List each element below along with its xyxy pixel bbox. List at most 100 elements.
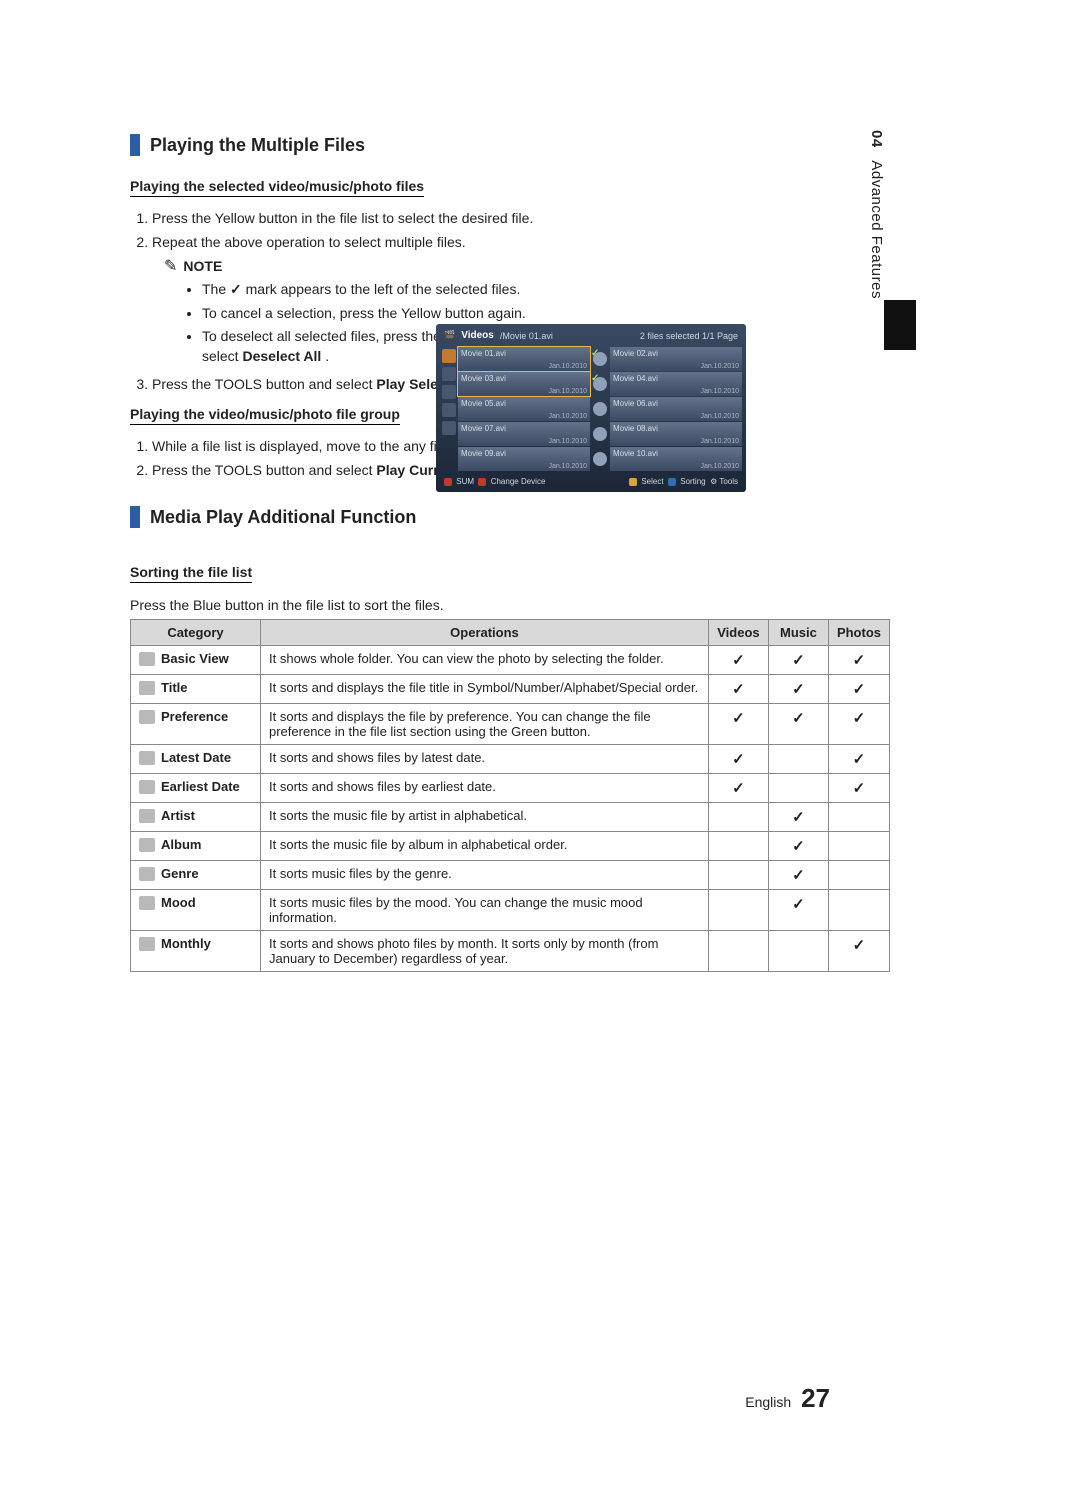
check-icon: ✓: [732, 709, 745, 727]
category-icon: [139, 896, 155, 910]
category-icon: [139, 838, 155, 852]
tv-status: 2 files selected 1/1 Page: [640, 331, 738, 341]
tv-foot-select: Select: [641, 477, 663, 486]
check-cell: ✓: [768, 890, 828, 931]
category-name: Preference: [161, 709, 228, 724]
subheading-1: Playing the selected video/music/photo f…: [130, 178, 424, 197]
file-name: Movie 07.avi: [461, 424, 506, 433]
check-icon: ✓: [853, 651, 866, 669]
file-date: Jan.10.2010: [548, 413, 587, 420]
category-icon: [139, 937, 155, 951]
table-row: MonthlyIt sorts and shows photo files by…: [131, 931, 890, 972]
check-icon: ✓: [853, 709, 866, 727]
check-icon: ✓: [792, 680, 805, 698]
category-name: Basic View: [161, 651, 229, 666]
category-icon: [139, 867, 155, 881]
check-cell: ✓: [828, 646, 889, 675]
operation-cell: It sorts the music file by artist in alp…: [261, 803, 709, 832]
section-heading-2: Media Play Additional Function: [130, 506, 970, 528]
check-cell: ✓: [828, 675, 889, 704]
check-cell: ✓: [828, 931, 889, 972]
tv-file-thumb[interactable]: Movie 06.aviJan.10.2010: [610, 397, 742, 421]
check-cell: ✓: [708, 745, 768, 774]
step-1-1: Press the Yellow button in the file list…: [152, 209, 570, 229]
category-icon: [139, 681, 155, 695]
table-row: Basic ViewIt shows whole folder. You can…: [131, 646, 890, 675]
tv-file-thumb[interactable]: Movie 01.aviJan.10.2010: [458, 347, 590, 371]
check-cell: [768, 745, 828, 774]
note-item-2: To cancel a selection, press the Yellow …: [202, 304, 570, 324]
check-icon: ✓: [853, 750, 866, 768]
file-name: Movie 05.avi: [461, 399, 506, 408]
sort-table: Category Operations Videos Music Photos …: [130, 619, 890, 972]
category-name: Title: [161, 680, 188, 695]
check-cell: ✓: [708, 675, 768, 704]
file-name: Movie 08.avi: [613, 424, 658, 433]
tv-screenshot: 🎬 Videos /Movie 01.avi 2 files selected …: [436, 324, 746, 492]
file-date: Jan.10.2010: [548, 438, 587, 445]
tv-file-thumb[interactable]: Movie 09.aviJan.10.2010: [458, 447, 590, 471]
operation-cell: It sorts and shows files by earliest dat…: [261, 774, 709, 803]
check-cell: [828, 890, 889, 931]
check-cell: ✓: [768, 803, 828, 832]
tv-file-thumb[interactable]: Movie 02.aviJan.10.2010: [610, 347, 742, 371]
check-icon: ✓: [732, 651, 745, 669]
table-row: GenreIt sorts music files by the genre.✓: [131, 861, 890, 890]
check-icon: ✓: [792, 709, 805, 727]
category-name: Monthly: [161, 936, 211, 951]
tv-sidebar: [440, 347, 458, 471]
tv-file-thumb[interactable]: Movie 07.avi Jan.10.2010: [458, 422, 590, 446]
red-dot-icon: [478, 478, 486, 486]
table-row: ArtistIt sorts the music file by artist …: [131, 803, 890, 832]
tv-file-thumb[interactable]: Movie 08.aviJan.10.2010: [610, 422, 742, 446]
file-date: Jan.10.2010: [548, 363, 587, 370]
category-icon: [139, 710, 155, 724]
file-date: Jan.10.2010: [700, 388, 739, 395]
th-operations: Operations: [261, 620, 709, 646]
note-item-1: The ✓ mark appears to the left of the se…: [202, 280, 570, 300]
category-icon: [139, 809, 155, 823]
file-name: Movie 03.avi: [461, 374, 506, 383]
tv-side-icon: [442, 349, 456, 363]
tv-side-icon: [442, 403, 456, 417]
table-row: MoodIt sorts music files by the mood. Yo…: [131, 890, 890, 931]
tv-file-thumb[interactable]: Movie 03.avi Jan.10.2010: [458, 372, 590, 396]
operation-cell: It sorts music files by the genre.: [261, 861, 709, 890]
check-cell: ✓: [708, 704, 768, 745]
tv-file-thumb[interactable]: Movie 04.aviJan.10.2010: [610, 372, 742, 396]
tv-film-icon: 🎬: [444, 330, 455, 341]
check-cell: [828, 861, 889, 890]
tv-file-grid: Movie 01.aviJan.10.2010Movie 02.aviJan.1…: [458, 347, 742, 471]
tv-file-thumb[interactable]: Movie 10.aviJan.10.2010: [610, 447, 742, 471]
note-heading: ✎ NOTE: [164, 256, 570, 276]
note-label: NOTE: [183, 258, 222, 274]
page-footer: English 27: [745, 1383, 830, 1414]
footer-lang: English: [745, 1394, 791, 1410]
check-cell: [708, 931, 768, 972]
check-cell: ✓: [768, 704, 828, 745]
sum-icon: [444, 478, 452, 486]
table-row: Latest DateIt sorts and shows files by l…: [131, 745, 890, 774]
check-icon: ✓: [732, 779, 745, 797]
tv-file-thumb[interactable]: Movie 05.avi Jan.10.2010: [458, 397, 590, 421]
check-cell: [708, 832, 768, 861]
file-name: Movie 06.avi: [613, 399, 658, 408]
check-cell: ✓: [828, 774, 889, 803]
th-videos: Videos: [708, 620, 768, 646]
tools-icon: ⚙: [710, 477, 717, 486]
tv-footer: SUM Change Device Select Sorting ⚙ Tools: [440, 477, 742, 486]
file-name: Movie 02.avi: [613, 349, 658, 358]
footer-page: 27: [801, 1383, 830, 1413]
check-cell: [708, 861, 768, 890]
file-date: Jan.10.2010: [548, 463, 587, 470]
operation-cell: It sorts and displays the file title in …: [261, 675, 709, 704]
file-date: Jan.10.2010: [548, 388, 587, 395]
heading1-text: Playing the Multiple Files: [150, 135, 365, 156]
tv-foot-tools: Tools: [719, 477, 738, 486]
check-cell: ✓: [768, 675, 828, 704]
file-status-icon: [593, 402, 607, 416]
heading2-text: Media Play Additional Function: [150, 507, 416, 528]
tv-foot-sorting: Sorting: [680, 477, 705, 486]
category-icon: [139, 751, 155, 765]
th-photos: Photos: [828, 620, 889, 646]
